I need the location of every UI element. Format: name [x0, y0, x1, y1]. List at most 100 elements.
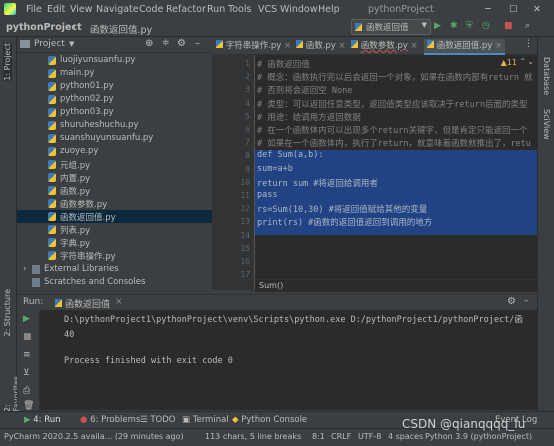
problems-tool-tab[interactable]: ● 6: Problems [80, 415, 140, 425]
tree-item-file[interactable]: suanshuyunsuanfu.py [17, 132, 212, 145]
sciview-tool-tab[interactable]: SciView [542, 109, 551, 140]
tree-item-file[interactable]: python02.py [17, 93, 212, 106]
close-icon[interactable]: × [495, 41, 502, 51]
tab-hanshufanhuizhi[interactable]: 函数返回值.py × [424, 39, 506, 55]
restore-layout-icon[interactable]: ≡ [23, 350, 31, 360]
tree-item-file[interactable]: 字符串操作.py [17, 249, 212, 262]
function-breadcrumb[interactable]: Sum() [259, 281, 283, 290]
status-encoding[interactable]: UTF-8 [358, 432, 381, 441]
run-console[interactable]: D:\pythonProject1\pythonProject\venv\Scr… [40, 310, 537, 410]
tree-item-file[interactable]: python01.py [17, 80, 212, 93]
coverage-icon[interactable]: ⛨ [466, 21, 473, 31]
status-message[interactable]: PyCharm 2020.2.5 availa... (29 minutes a… [4, 432, 184, 441]
tree-item-label: zuoye.py [60, 146, 99, 156]
status-indent[interactable]: 4 spaces [388, 432, 423, 441]
menu-file[interactable]: File [26, 4, 42, 15]
tree-item-file[interactable]: python03.py [17, 106, 212, 119]
code-editor[interactable]: ▲11 ⌃ ⌄ # 函数返回值 # 概念：函数执行完以后会返回一个对象，如果在函数… [255, 55, 537, 290]
line-number-gutter: 123456789101112131415161718 [212, 55, 255, 290]
menu-run[interactable]: Run [207, 4, 225, 15]
project-panel-title[interactable]: Project [34, 39, 65, 49]
database-tool-tab[interactable]: Database [542, 57, 551, 95]
run-icon[interactable]: ▶ [434, 21, 441, 31]
stop-icon[interactable]: ■ [23, 332, 32, 342]
status-position[interactable]: 8:1 [312, 432, 325, 441]
tree-item-scratches[interactable]: Scratches and Consoles [17, 276, 212, 289]
tree-item-file[interactable]: 字典.py [17, 236, 212, 249]
tree-item-file[interactable]: 内置.py [17, 171, 212, 184]
more-tabs-icon[interactable]: ⋮ [524, 39, 533, 49]
close-icon[interactable]: × [339, 41, 346, 51]
terminal-tool-tab[interactable]: ▣ Terminal [182, 415, 229, 425]
maximize-button[interactable]: ☐ [509, 4, 518, 15]
tab-hanshucanshu[interactable]: 函数参数.py × [351, 39, 418, 53]
rerun-icon[interactable]: ▶ [23, 314, 30, 324]
python-file-icon [351, 40, 358, 48]
menu-refactor[interactable]: Refactor [166, 4, 206, 15]
tree-item-file[interactable]: 元组.py [17, 158, 212, 171]
run-tab[interactable]: 函数返回值 [65, 297, 110, 310]
right-tool-strip: Database SciView [537, 37, 554, 412]
run-configuration-select[interactable]: 函数返回值 ▼ [351, 19, 431, 35]
menu-help[interactable]: Help [318, 4, 340, 15]
chevron-down-icon: ▼ [69, 40, 75, 48]
tree-item-file[interactable]: luojiyunsuanfu.py [17, 54, 212, 67]
tree-item-label: Scratches and Consoles [44, 277, 146, 287]
hide-icon[interactable]: – [195, 38, 200, 49]
code-line: sum=a+b [257, 163, 293, 174]
tree-item-file[interactable]: 函数参数.py [17, 197, 212, 210]
python-console-tool-tab[interactable]: ◆ Python Console [232, 415, 307, 425]
python-file-icon [48, 69, 56, 78]
tree-item-file[interactable]: 列表.py [17, 223, 212, 236]
close-icon[interactable]: × [284, 41, 291, 51]
warning-indicator[interactable]: ▲11 [501, 58, 517, 67]
search-icon[interactable]: ⌕ [525, 21, 530, 31]
debug-icon[interactable]: ✱ [450, 21, 458, 31]
line-number: 16 [240, 257, 250, 266]
tree-item-file[interactable]: zuoye.py [17, 145, 212, 158]
close-button[interactable]: ✕ [533, 4, 541, 15]
collapse-icon[interactable]: ≑ [162, 38, 170, 48]
chevron-down-icon[interactable]: ⌄ [527, 57, 534, 66]
tab-hanshu[interactable]: 函数.py × [296, 39, 346, 53]
menu-vcs[interactable]: VCS [258, 4, 277, 15]
tree-item-file[interactable]: shuruheshuchu.py [17, 119, 212, 132]
tab-zifuchuan[interactable]: 字符串操作.py × [216, 39, 291, 53]
pin-icon[interactable]: ⊻ [23, 368, 30, 378]
todo-tool-tab[interactable]: ☰ TODO [140, 415, 175, 425]
status-line-separator[interactable]: CRLF [331, 432, 351, 441]
print-icon[interactable]: ⎙ [23, 386, 30, 396]
tree-item-external-libraries[interactable]: › External Libraries [17, 263, 212, 276]
chevron-up-icon[interactable]: ⌃ [519, 57, 526, 66]
status-interpreter[interactable]: Python 3.9 (pythonProject) [425, 432, 532, 441]
hide-icon[interactable]: – [524, 296, 529, 306]
menu-navigate[interactable]: Navigate [96, 4, 139, 15]
structure-tool-tab[interactable]: 2: Structure [3, 289, 12, 337]
minimize-button[interactable]: ─ [485, 4, 491, 15]
profile-icon[interactable]: ◷ [482, 21, 490, 31]
tree-item-file[interactable]: 函数.py [17, 184, 212, 197]
breadcrumb-file[interactable]: 函数返回值.py [90, 22, 152, 36]
run-tool-tab[interactable]: ▶ 4: Run [24, 415, 61, 425]
gear-icon[interactable]: ⚙ [177, 38, 186, 49]
menu-edit[interactable]: Edit [47, 4, 65, 15]
problems-icon: ● [80, 415, 88, 425]
close-icon[interactable]: × [411, 41, 418, 51]
folder-icon [20, 40, 30, 48]
tree-item-file[interactable]: 函数返回值.py [17, 210, 212, 223]
gear-icon[interactable]: ⚙ [507, 296, 516, 307]
close-icon[interactable]: × [115, 297, 123, 307]
menu-tools[interactable]: Tools [228, 4, 251, 15]
breadcrumb-project[interactable]: pythonProject [6, 22, 82, 33]
stop-icon[interactable]: ■ [504, 21, 513, 31]
chevron-right-icon: › [72, 22, 76, 33]
locate-icon[interactable]: ⊕ [145, 38, 153, 49]
trash-icon[interactable]: 🗑 [23, 401, 34, 411]
menu-code[interactable]: Code [139, 4, 163, 15]
tree-item-file[interactable]: main.py [17, 67, 212, 80]
line-number: 6 [245, 125, 250, 134]
menu-window[interactable]: Window [280, 4, 317, 15]
tab-label: 函数返回值.py [436, 41, 493, 51]
menu-view[interactable]: View [70, 4, 93, 15]
project-tool-tab[interactable]: 1: Project [3, 43, 12, 81]
